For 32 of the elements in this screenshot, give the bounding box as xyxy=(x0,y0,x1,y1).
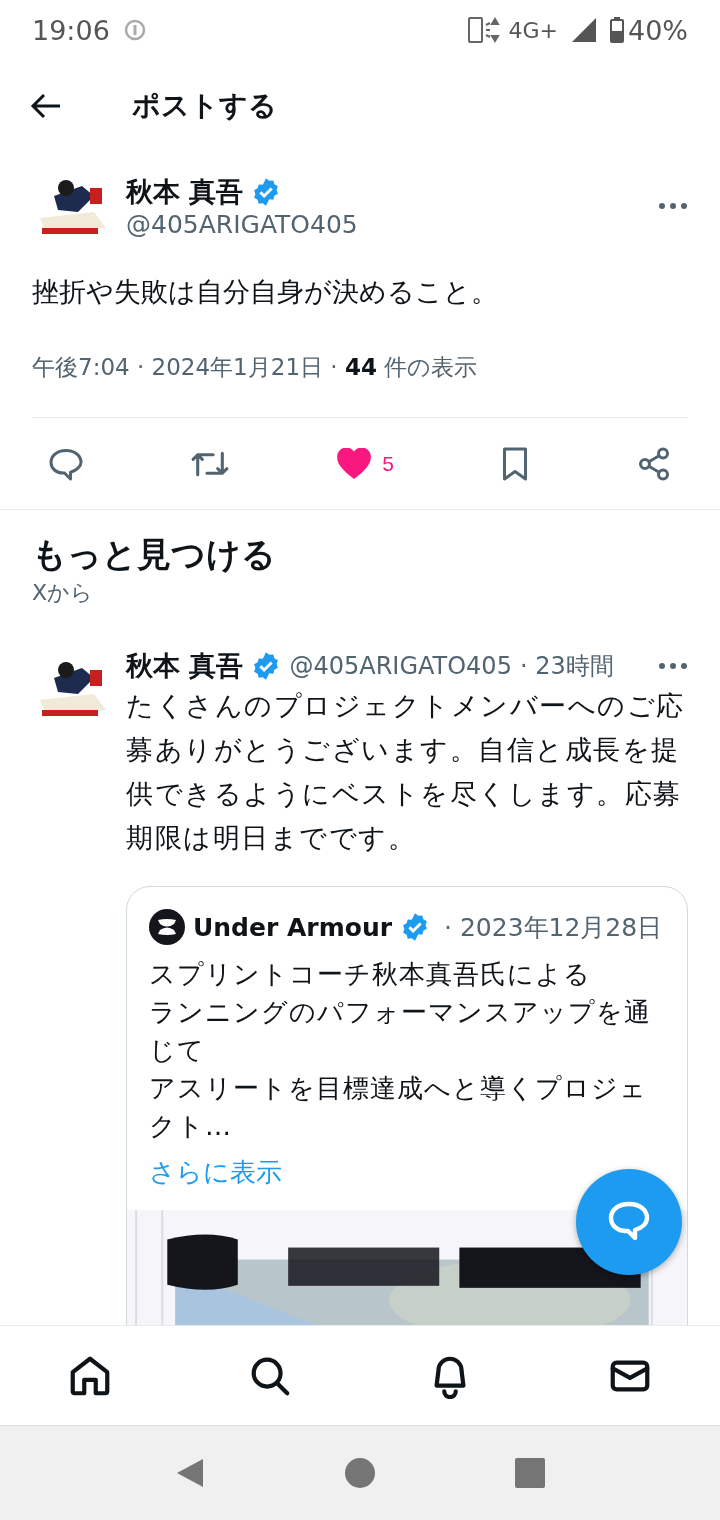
post-time: · 23時間 xyxy=(519,651,614,682)
quoted-text: アスリートを目標達成へと導くプロジェクト… xyxy=(149,1072,648,1143)
quoted-date: · 2023年12月28日 xyxy=(444,911,663,944)
like-button[interactable]: 5 xyxy=(332,443,398,484)
post-meta: 午後7:04 · 2024年1月21日 · 44 件の表示 xyxy=(32,353,479,382)
battery-level: 40% xyxy=(628,14,688,46)
signal-icon xyxy=(572,18,596,42)
author-handle: @405ARIGATO405 xyxy=(126,209,359,239)
post-text: 挫折や失敗は自分自身が決めること。 xyxy=(32,275,499,309)
home-circle-icon[interactable] xyxy=(345,1458,375,1488)
more-icon[interactable] xyxy=(658,202,688,210)
section-title: もっと見つける xyxy=(32,533,277,576)
back-button[interactable] xyxy=(30,92,62,120)
author-handle: @405ARIGATO405 xyxy=(289,652,512,680)
info-icon xyxy=(123,19,146,41)
quoted-text: スプリントコーチ秋本真吾氏による xyxy=(149,958,592,991)
more-icon[interactable] xyxy=(658,662,688,670)
post-text: たくさんのプロジェクトメンバーへのご応募ありがとうございます。自信と成長を提供できるようにベストを尽くします。応募期限は明日までです。 xyxy=(126,689,686,855)
quoted-author: Under Armour xyxy=(193,912,392,942)
brand-logo xyxy=(149,909,185,945)
vibrate-icon xyxy=(466,15,501,45)
show-more-link[interactable]: さらに表示 xyxy=(149,1157,282,1187)
compose-button[interactable] xyxy=(576,1169,682,1275)
battery-icon xyxy=(610,17,624,43)
back-icon[interactable] xyxy=(175,1457,205,1489)
status-time: 19:06 xyxy=(32,14,110,46)
author-name: 秋本 真吾 xyxy=(126,174,244,209)
page-title: ポストする xyxy=(132,88,277,124)
author-name: 秋本 真吾 xyxy=(126,649,244,683)
section-subtitle: Xから xyxy=(32,580,94,605)
network-type: 4G+ xyxy=(508,17,558,43)
quoted-text: ランニングのパフォーマンスアップを通じて xyxy=(149,996,652,1067)
